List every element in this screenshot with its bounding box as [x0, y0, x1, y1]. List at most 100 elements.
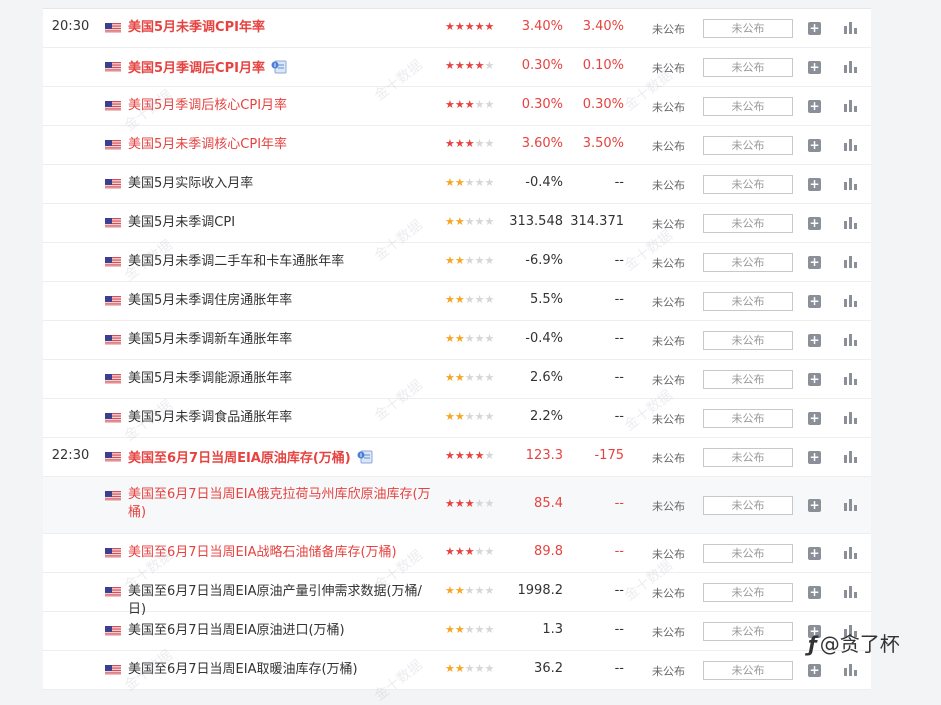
add-alert-button[interactable]: +	[808, 139, 821, 152]
star-icon: ★	[464, 497, 475, 510]
event-name[interactable]: 美国5月未季调CPI	[128, 214, 438, 232]
table-row[interactable]: 美国5月未季调新车通胀年率 ★★★★★ -0.4% -- 未公布 未公布 +	[43, 321, 871, 360]
table-row[interactable]: 美国5月实际收入月率 ★★★★★ -0.4% -- 未公布 未公布 +	[43, 165, 871, 204]
add-alert-button[interactable]: +	[808, 256, 821, 269]
bar-chart-icon[interactable]	[844, 294, 857, 311]
forecast-value: --	[614, 496, 624, 511]
star-icon: ★	[464, 371, 475, 384]
add-alert-button[interactable]: +	[808, 217, 821, 230]
star-icon: ★	[484, 137, 495, 150]
event-name[interactable]: 美国至6月7日当周EIA原油库存(万桶) i	[128, 448, 438, 468]
add-alert-button[interactable]: +	[808, 295, 821, 308]
star-icon: ★	[464, 332, 475, 345]
event-name[interactable]: 美国至6月7日当周EIA战略石油储备库存(万桶)	[128, 544, 438, 562]
star-icon: ★	[454, 662, 465, 675]
star-icon: ★	[484, 497, 495, 510]
event-name[interactable]: 美国5月未季调核心CPI年率	[128, 136, 438, 154]
status-text: 未公布	[652, 62, 685, 75]
forecast-value: --	[614, 331, 624, 346]
bar-chart-icon[interactable]	[844, 255, 857, 272]
bar-chart-icon[interactable]	[844, 138, 857, 155]
event-name[interactable]: 美国5月未季调住房通胀年率	[128, 292, 438, 310]
event-name[interactable]: 美国5月季调后核心CPI月率	[128, 97, 438, 115]
add-alert-button[interactable]: +	[808, 100, 821, 113]
add-alert-button[interactable]: +	[808, 451, 821, 464]
note-icon[interactable]: i	[271, 60, 287, 80]
table-row[interactable]: 20:30 美国5月未季调CPI年率 ★★★★★ 3.40% 3.40% 未公布 未公布 +	[43, 9, 871, 48]
bar-chart-icon[interactable]	[844, 333, 857, 350]
add-alert-button[interactable]: +	[808, 547, 821, 560]
add-alert-button[interactable]: +	[808, 412, 821, 425]
bar-chart-icon[interactable]	[844, 372, 857, 389]
event-name[interactable]: 美国5月未季调能源通胀年率	[128, 370, 438, 388]
forecast-value: 3.40%	[582, 19, 624, 34]
bar-chart-icon[interactable]	[844, 585, 857, 602]
bar-chart-icon[interactable]	[844, 498, 857, 515]
add-alert-button[interactable]: +	[808, 61, 821, 74]
add-alert-button[interactable]: +	[808, 334, 821, 347]
table-row[interactable]: 美国5月未季调能源通胀年率 ★★★★★ 2.6% -- 未公布 未公布 +	[43, 360, 871, 399]
table-row[interactable]: 美国至6月7日当周EIA原油产量引伸需求数据(万桶/日) ★★★★★ 1998.2-…	[43, 573, 871, 617]
event-name[interactable]: 美国至6月7日当周EIA俄克拉荷马州库欣原油库存(万桶)	[128, 486, 438, 522]
us-flag-icon	[105, 452, 121, 463]
bar-chart-icon[interactable]	[844, 450, 857, 467]
previous-value: 3.60%	[521, 136, 563, 151]
bar-chart-icon[interactable]	[844, 60, 857, 77]
star-icon: ★	[474, 215, 485, 228]
add-alert-button[interactable]: +	[808, 373, 821, 386]
importance-stars: ★★★★★	[445, 176, 494, 189]
bar-chart-icon[interactable]	[844, 99, 857, 116]
table-row[interactable]: 美国5月未季调核心CPI年率 ★★★★★ 3.60% 3.50% 未公布 未公布 +	[43, 126, 871, 165]
bar-chart-icon[interactable]	[844, 663, 857, 680]
table-row[interactable]: 美国5月季调后核心CPI月率 ★★★★★ 0.30% 0.30% 未公布 未公布 +	[43, 87, 871, 126]
previous-value: 313.548	[509, 214, 563, 229]
star-icon: ★	[464, 293, 475, 306]
event-name[interactable]: 美国至6月7日当周EIA取暖油库存(万桶)	[128, 661, 438, 679]
bar-chart-icon[interactable]	[844, 411, 857, 428]
add-alert-button[interactable]: +	[808, 664, 821, 677]
star-icon: ★	[454, 410, 465, 423]
add-alert-button[interactable]: +	[808, 22, 821, 35]
us-flag-icon	[105, 335, 121, 346]
forecast-value: -175	[594, 448, 624, 463]
event-name[interactable]: 美国5月季调后CPI月率 i	[128, 58, 438, 78]
table-row[interactable]: 美国至6月7日当周EIA取暖油库存(万桶) ★★★★★ 36.2 -- 未公布 未公布 +	[43, 651, 871, 690]
forecast-value: --	[614, 253, 624, 268]
bar-chart-icon[interactable]	[844, 546, 857, 563]
star-icon: ★	[474, 410, 485, 423]
table-row[interactable]: 美国至6月7日当周EIA俄克拉荷马州库欣原油库存(万桶) ★★★★★ 85.4 -- 未…	[43, 477, 871, 534]
event-name[interactable]: 美国5月实际收入月率	[128, 175, 438, 193]
table-row[interactable]: 22:30 美国至6月7日当周EIA原油库存(万桶) i ★★★★★ 123.3 -175…	[43, 438, 871, 477]
signature-logo: ƒ	[808, 632, 817, 656]
table-row[interactable]: 美国5月未季调二手车和卡车通胀年率 ★★★★★ -6.9% -- 未公布 未公布 +	[43, 243, 871, 282]
table-row[interactable]: 美国5月未季调食品通胀年率 ★★★★★ 2.2% -- 未公布 未公布 +	[43, 399, 871, 438]
star-icon: ★	[474, 497, 485, 510]
note-icon[interactable]: i	[357, 450, 373, 470]
event-name[interactable]: 美国5月未季调食品通胀年率	[128, 409, 438, 427]
table-row[interactable]: 美国5月季调后CPI月率 i ★★★★★ 0.30% 0.10% 未公布 未公布 +	[43, 48, 871, 87]
add-alert-button[interactable]: +	[808, 586, 821, 599]
table-row[interactable]: 美国5月未季调住房通胀年率 ★★★★★ 5.5% -- 未公布 未公布 +	[43, 282, 871, 321]
star-icon: ★	[454, 497, 465, 510]
star-icon: ★	[454, 254, 465, 267]
event-name[interactable]: 美国5月未季调二手车和卡车通胀年率	[128, 253, 438, 271]
event-name[interactable]: 美国5月未季调新车通胀年率	[128, 331, 438, 349]
actual-value-box: 未公布	[703, 136, 793, 155]
previous-value: -6.9%	[525, 253, 563, 268]
importance-stars: ★★★★★	[445, 623, 494, 636]
star-icon: ★	[484, 584, 495, 597]
table-row[interactable]: 美国至6月7日当周EIA原油进口(万桶) ★★★★★ 1.3 -- 未公布 未公布 +	[43, 612, 871, 651]
star-icon: ★	[445, 497, 455, 510]
event-name[interactable]: 美国5月未季调CPI年率	[128, 19, 438, 37]
table-row[interactable]: 美国至6月7日当周EIA战略石油储备库存(万桶) ★★★★★ 89.8 -- 未公布 未公…	[43, 534, 871, 573]
table-row[interactable]: 美国5月未季调CPI ★★★★★ 313.548 314.371 未公布 未公布 +	[43, 204, 871, 243]
bar-chart-icon[interactable]	[844, 177, 857, 194]
status-text: 未公布	[652, 257, 685, 270]
bar-chart-icon[interactable]	[844, 216, 857, 233]
add-alert-button[interactable]: +	[808, 499, 821, 512]
add-alert-button[interactable]: +	[808, 178, 821, 191]
us-flag-icon	[105, 413, 121, 424]
bar-chart-icon[interactable]	[844, 21, 857, 38]
event-name[interactable]: 美国至6月7日当周EIA原油进口(万桶)	[128, 622, 438, 640]
previous-value: 89.8	[534, 544, 563, 559]
